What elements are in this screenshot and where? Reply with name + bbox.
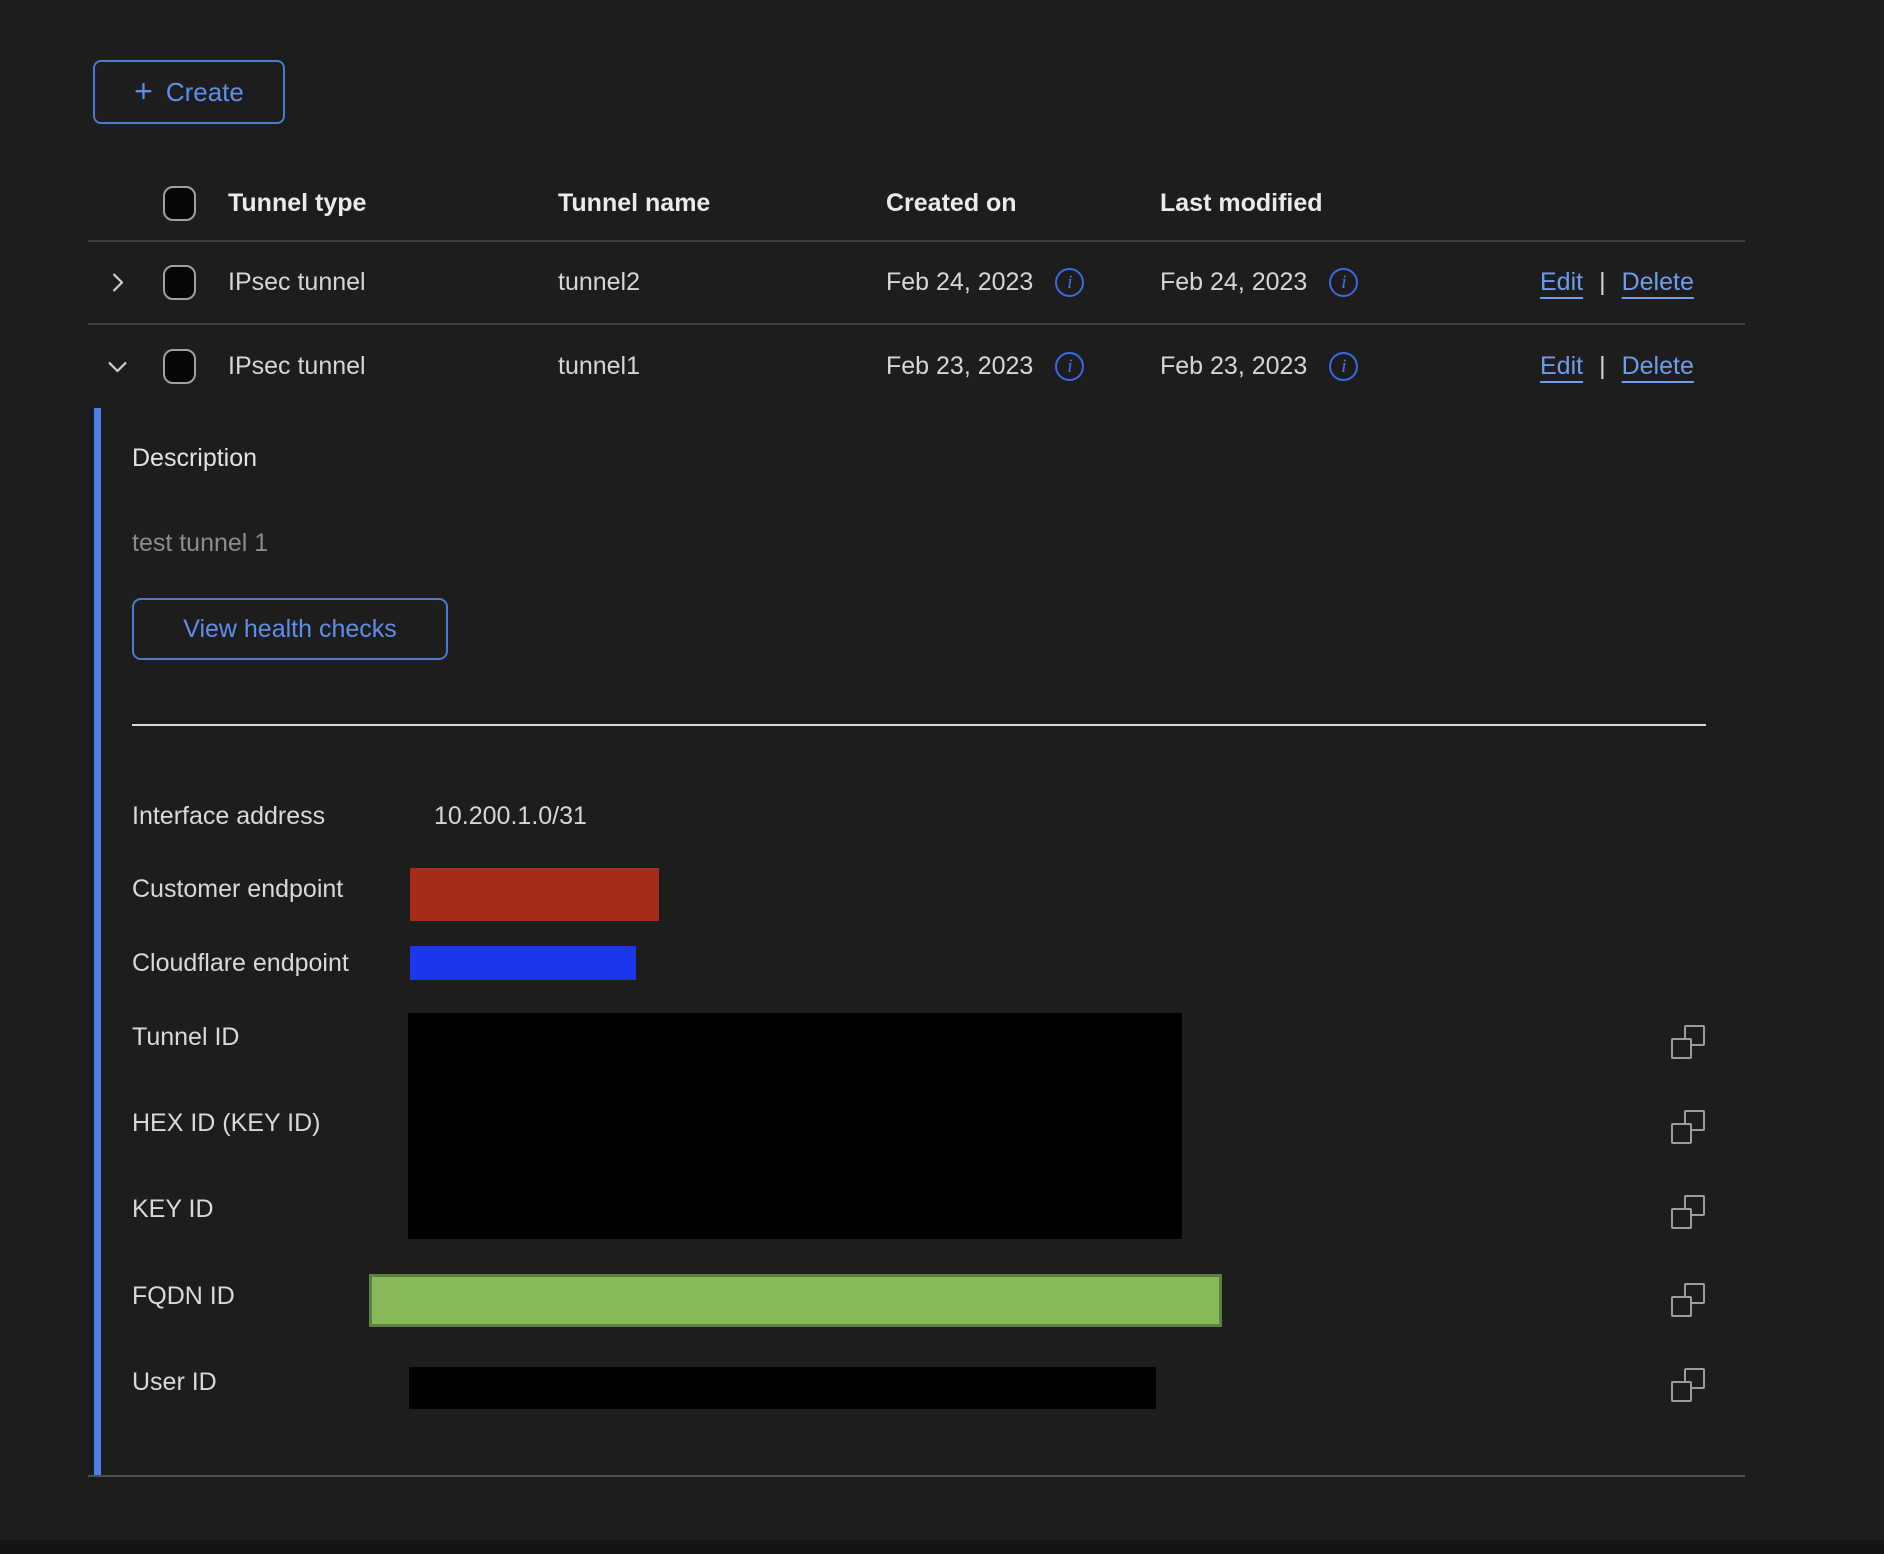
header-last-modified: Last modified (1160, 189, 1540, 218)
description-value: test tunnel 1 (132, 529, 268, 558)
created-on-cell: Feb 24, 2023 i (886, 268, 1160, 297)
ids-redacted-value-block (408, 1013, 1182, 1239)
expand-row-button[interactable] (88, 269, 163, 296)
plus-icon: + (134, 75, 153, 107)
interface-address-label: Interface address (132, 802, 325, 831)
row-actions: Edit | Delete (1540, 352, 1745, 381)
copy-tunnel-id-button[interactable] (1671, 1025, 1705, 1059)
last-modified-value: Feb 23, 2023 (1160, 352, 1307, 381)
tunnel-name-cell: tunnel2 (558, 268, 886, 297)
panel-accent-bar (94, 408, 101, 1477)
actions-separator: | (1599, 268, 1606, 297)
chevron-right-icon (104, 269, 131, 296)
info-icon[interactable]: i (1329, 352, 1358, 381)
edit-link[interactable]: Edit (1540, 268, 1583, 297)
tunnel-name-cell: tunnel1 (558, 352, 886, 381)
row-checkbox[interactable] (163, 349, 196, 384)
table-row: IPsec tunnel tunnel2 Feb 24, 2023 i Feb … (88, 242, 1745, 325)
edit-link[interactable]: Edit (1540, 352, 1583, 381)
delete-link[interactable]: Delete (1622, 352, 1694, 381)
tunnel-id-label: Tunnel ID (132, 1023, 239, 1052)
info-icon[interactable]: i (1329, 268, 1358, 297)
created-on-cell: Feb 23, 2023 i (886, 352, 1160, 381)
window-bottom-edge (0, 1540, 1884, 1554)
actions-separator: | (1599, 352, 1606, 381)
user-id-label: User ID (132, 1368, 217, 1397)
delete-link[interactable]: Delete (1622, 268, 1694, 297)
hex-id-label: HEX ID (KEY ID) (132, 1109, 320, 1138)
key-id-label: KEY ID (132, 1195, 214, 1224)
header-tunnel-type: Tunnel type (228, 189, 558, 218)
copy-key-id-button[interactable] (1671, 1195, 1705, 1229)
cloudflare-endpoint-redacted-value (410, 946, 636, 980)
last-modified-value: Feb 24, 2023 (1160, 268, 1307, 297)
select-all-checkbox[interactable] (163, 186, 196, 221)
copy-hex-id-button[interactable] (1671, 1110, 1705, 1144)
copy-user-id-button[interactable] (1671, 1368, 1705, 1402)
created-on-value: Feb 23, 2023 (886, 352, 1033, 381)
header-tunnel-name: Tunnel name (558, 189, 886, 218)
panel-divider (132, 724, 1706, 726)
view-health-checks-button[interactable]: View health checks (132, 598, 448, 660)
info-icon[interactable]: i (1055, 352, 1084, 381)
row-actions: Edit | Delete (1540, 268, 1745, 297)
header-created-on: Created on (886, 189, 1160, 218)
customer-endpoint-label: Customer endpoint (132, 875, 343, 904)
create-button[interactable]: + Create (93, 60, 285, 124)
copy-fqdn-id-button[interactable] (1671, 1283, 1705, 1317)
info-icon[interactable]: i (1055, 268, 1084, 297)
user-id-redacted-value (409, 1367, 1156, 1409)
panel-bottom-divider (88, 1475, 1745, 1477)
table-header-row: Tunnel type Tunnel name Created on Last … (88, 166, 1745, 242)
create-button-label: Create (166, 77, 244, 108)
row-checkbox[interactable] (163, 265, 196, 300)
fqdn-id-redacted-value (369, 1274, 1222, 1327)
last-modified-cell: Feb 23, 2023 i (1160, 352, 1540, 381)
tunnels-table: Tunnel type Tunnel name Created on Last … (88, 166, 1745, 408)
last-modified-cell: Feb 24, 2023 i (1160, 268, 1540, 297)
chevron-down-icon (104, 353, 131, 380)
description-label: Description (132, 444, 257, 473)
interface-address-value: 10.200.1.0/31 (434, 802, 587, 831)
collapse-row-button[interactable] (88, 353, 163, 380)
tunnel-detail-panel: Description test tunnel 1 View health ch… (0, 408, 1884, 1477)
tunnel-type-cell: IPsec tunnel (228, 352, 558, 381)
fqdn-id-label: FQDN ID (132, 1282, 235, 1311)
tunnels-page: + Create Tunnel type Tunnel name Created… (0, 0, 1884, 1554)
customer-endpoint-redacted-value (410, 868, 659, 921)
created-on-value: Feb 24, 2023 (886, 268, 1033, 297)
tunnel-type-cell: IPsec tunnel (228, 268, 558, 297)
cloudflare-endpoint-label: Cloudflare endpoint (132, 949, 349, 978)
table-row: IPsec tunnel tunnel1 Feb 23, 2023 i Feb … (88, 325, 1745, 408)
